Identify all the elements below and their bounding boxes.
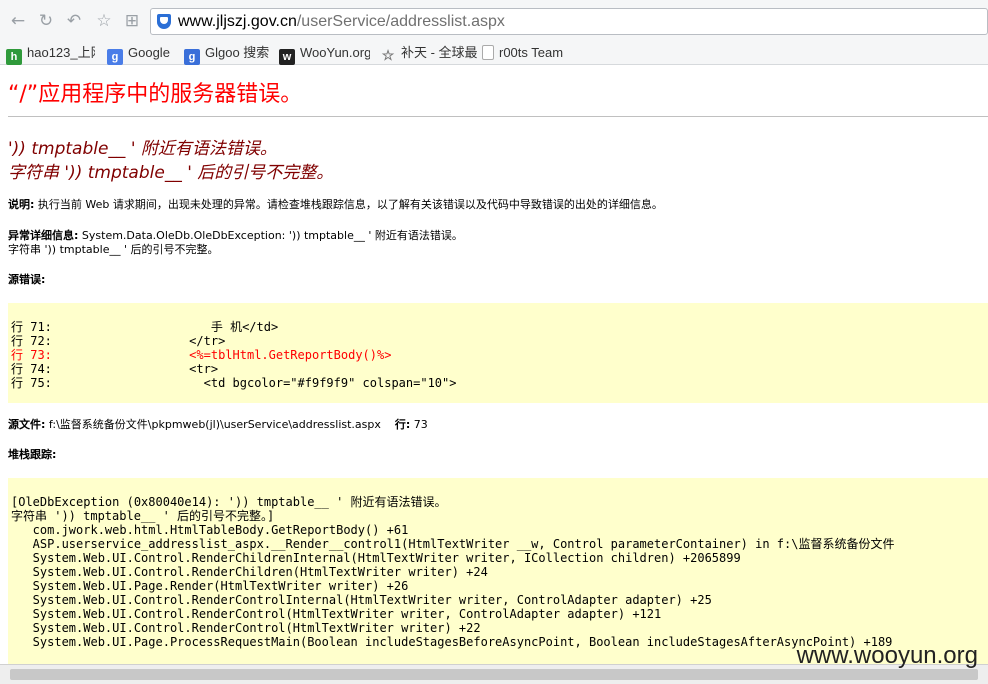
source-line: 行 71: 手 机</td> <box>11 320 279 334</box>
source-file: 源文件: f:\监督系统备份文件\pkpmweb(jl)\userService… <box>8 418 428 432</box>
source-error-heading: 源错误: <box>8 273 45 287</box>
bookmark-label: r00ts Team <box>499 45 564 60</box>
bookmark-r00ts[interactable]: r00ts Team <box>482 44 563 61</box>
stack-trace-label: 堆栈跟踪: <box>8 448 57 461</box>
source-line: 行 75: <td bgcolor="#f9f9f9" colspan="10"… <box>11 376 457 390</box>
url-text[interactable]: www.jljszj.gov.cn/userService/addresslis… <box>178 12 505 32</box>
glgoo-icon: g <box>184 49 200 65</box>
bookmark-star-icon[interactable]: ☆ <box>94 11 114 31</box>
security-shield-icon <box>157 14 171 29</box>
stack-line: System.Web.UI.Page.Render(HtmlTextWriter… <box>11 579 409 593</box>
stack-trace-heading: 堆栈跟踪: <box>8 448 56 462</box>
line-number: 73 <box>410 418 428 431</box>
divider <box>8 116 988 117</box>
stack-line: 字符串 ')) tmptable__ ' 后的引号不完整。] <box>11 509 275 523</box>
exception-text: System.Data.OleDb.OleDbException: ')) tm… <box>78 229 463 242</box>
bookmark-hao123[interactable]: h hao123_上网 <box>6 44 95 65</box>
bookmark-label: Glgoo 搜索 <box>205 45 270 60</box>
stack-line: com.jwork.web.html.HtmlTableBody.GetRepo… <box>11 523 409 537</box>
stack-line: System.Web.UI.Control.RenderControlInter… <box>11 593 712 607</box>
star-icon: ☆ <box>381 47 395 63</box>
browser-toolbar: ← ↻ ↶ ☆ ⊞ www.jljszj.gov.cn/userService/… <box>0 0 988 40</box>
page-title: “/”应用程序中的服务器错误。 <box>8 82 303 107</box>
stack-line: [OleDbException (0x80040e14): ')) tmptab… <box>11 495 447 509</box>
refresh-icon[interactable]: ↻ <box>36 11 56 31</box>
back-icon[interactable]: ← <box>8 11 28 31</box>
bookmark-google[interactable]: g Google <box>107 44 170 65</box>
address-bar[interactable]: www.jljszj.gov.cn/userService/addresslis… <box>150 8 988 35</box>
stack-line: System.Web.UI.Control.RenderControl(Html… <box>11 621 481 635</box>
stack-trace-box: [OleDbException (0x80040e14): ')) tmptab… <box>8 478 988 664</box>
description-text: 执行当前 Web 请求期间，出现未处理的异常。请检查堆栈跟踪信息，以了解有关该错… <box>34 198 663 211</box>
wooyun-icon: w <box>279 49 295 65</box>
source-line: 行 72: </tr> <box>11 334 226 348</box>
source-file-path: f:\监督系统备份文件\pkpmweb(jl)\userService\addr… <box>45 418 381 431</box>
bookmark-label: hao123_上网 <box>27 45 95 60</box>
description-label: 说明: <box>8 198 35 211</box>
exception-details: 异常详细信息: System.Data.OleDb.OleDbException… <box>8 229 463 243</box>
source-code-box: 行 71: 手 机</td> 行 72: </tr> 行 73: <%=tblH… <box>8 303 988 403</box>
bookmark-label: Google <box>128 45 170 60</box>
stack-trace: [OleDbException (0x80040e14): ')) tmptab… <box>8 478 988 649</box>
bookmark-butian[interactable]: ☆ 补天 - 全球最 <box>380 44 478 63</box>
bookmark-label: 补天 - 全球最 <box>401 45 478 60</box>
url-host: www.jljszj.gov.cn <box>178 13 297 30</box>
bookmark-glgoo[interactable]: g Glgoo 搜索 <box>184 44 270 65</box>
undo-icon[interactable]: ↶ <box>64 11 84 31</box>
description: 说明: 执行当前 Web 请求期间，出现未处理的异常。请检查堆栈跟踪信息，以了解… <box>8 198 663 212</box>
source-file-label: 源文件: <box>8 418 46 431</box>
url-path: /userService/addresslist.aspx <box>296 13 505 30</box>
exception-details-line2: 字符串 ')) tmptable__ ' 后的引号不完整。 <box>8 243 219 256</box>
scrollbar-thumb[interactable] <box>10 669 978 680</box>
hao123-icon: h <box>6 49 22 65</box>
exception-label: 异常详细信息: <box>8 229 79 242</box>
source-line-highlighted: 行 73: <%=tblHtml.GetReportBody()%> <box>11 348 392 362</box>
bookmark-label: WooYun.org <box>300 45 370 60</box>
page-icon <box>482 45 494 60</box>
error-message-line1: ')) tmptable__ ' 附近有语法错误。 <box>8 139 277 159</box>
bookmarks-bar: h hao123_上网 g Google g Glgoo 搜索 w WooYun.org… <box>0 40 988 65</box>
stack-line: System.Web.UI.Control.RenderChildren(Htm… <box>11 565 488 579</box>
line-label: 行: <box>394 418 411 431</box>
source-line: 行 74: <tr> <box>11 362 219 376</box>
stack-line: ASP.userservice_addresslist_aspx.__Rende… <box>11 537 895 551</box>
bookmark-wooyun[interactable]: w WooYun.org <box>279 44 370 65</box>
source-code: 行 71: 手 机</td> 行 72: </tr> 行 73: <%=tblH… <box>8 303 988 390</box>
watermark: www.wooyun.org <box>796 642 978 669</box>
stack-line: System.Web.UI.Control.RenderControl(Html… <box>11 607 662 621</box>
apps-grid-icon[interactable]: ⊞ <box>122 11 142 31</box>
stack-line: System.Web.UI.Control.RenderChildrenInte… <box>11 551 741 565</box>
stack-line: System.Web.UI.Page.ProcessRequestMain(Bo… <box>11 635 893 649</box>
source-error-label: 源错误: <box>8 273 46 286</box>
google-icon: g <box>107 49 123 65</box>
error-message-line2: 字符串 ')) tmptable__ ' 后的引号不完整。 <box>8 163 334 183</box>
